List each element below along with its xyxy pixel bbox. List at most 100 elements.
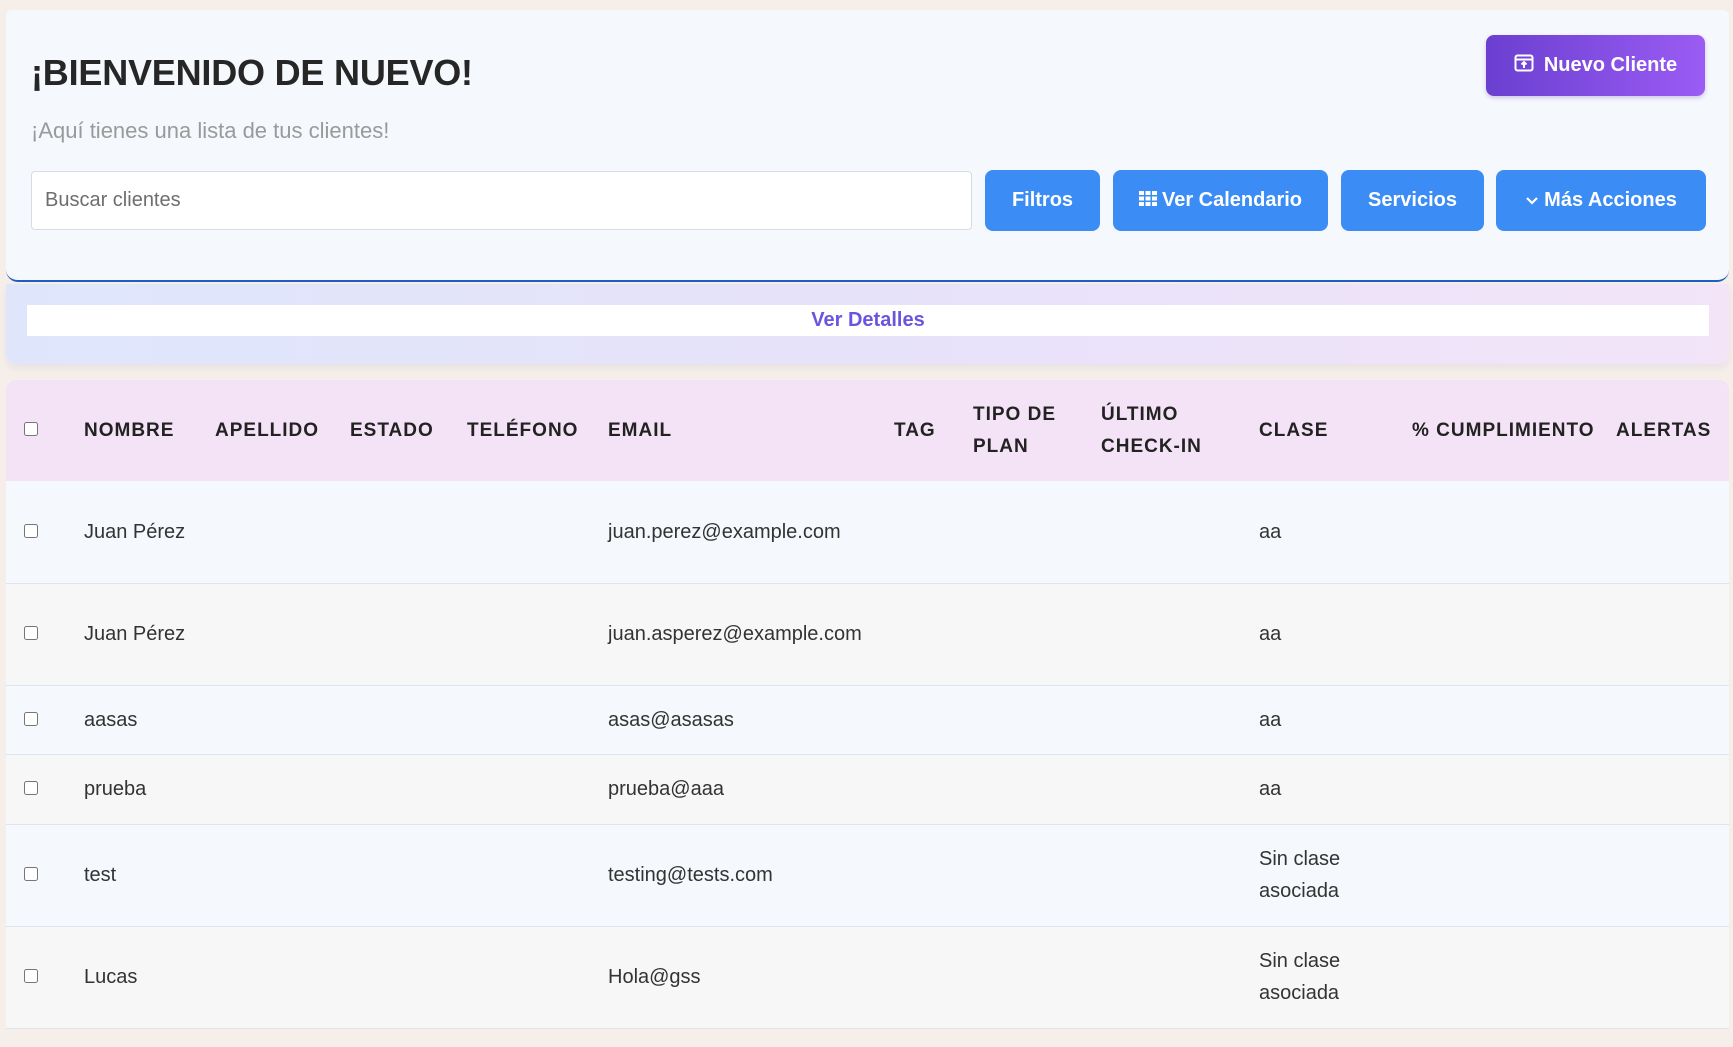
cell-cumplimiento — [1408, 685, 1612, 754]
row-checkbox[interactable] — [24, 867, 38, 881]
table-row[interactable]: Juan Pérez juan.asperez@example.com aa — [6, 583, 1729, 685]
cell-tag — [890, 685, 969, 754]
details-band: Ver Detalles — [6, 284, 1729, 364]
cell-clase: Sin clase asociada — [1259, 848, 1341, 902]
column-header[interactable]: EMAIL — [604, 380, 890, 481]
row-checkbox[interactable] — [24, 711, 38, 726]
cell-plan — [969, 685, 1097, 754]
column-header[interactable]: ÚLTIMO CHECK-IN — [1097, 380, 1255, 481]
cell-plan — [969, 754, 1097, 824]
grid-icon — [1138, 189, 1157, 212]
cell-clase: aa — [1259, 708, 1282, 731]
cell-checkin — [1097, 583, 1255, 685]
column-header[interactable]: NOMBRE — [80, 380, 211, 481]
clients-table-container: NOMBRE APELLIDO ESTADO TELÉFONO EMAIL TA… — [6, 380, 1729, 1047]
chevron-down-icon — [1525, 189, 1539, 212]
column-header[interactable]: ALERTAS — [1612, 380, 1729, 481]
cell-tag — [890, 583, 969, 685]
cell-checkin — [1097, 481, 1255, 583]
cell-telefono — [463, 824, 604, 926]
search-input[interactable] — [31, 171, 972, 230]
window-plus-icon — [1514, 54, 1534, 78]
table-row[interactable]: aasas asas@asasas aa — [6, 685, 1729, 754]
cell-apellido — [211, 685, 346, 754]
cell-email: testing@tests.com — [608, 864, 773, 886]
cell-plan — [969, 926, 1097, 1028]
cell-tag — [890, 926, 969, 1028]
cell-checkin — [1097, 926, 1255, 1028]
table-row[interactable]: Lucas Hola@gss Sin clase asociada — [6, 926, 1729, 1028]
cell-estado — [346, 926, 463, 1028]
cell-telefono — [463, 754, 604, 824]
column-header[interactable]: TAG — [890, 380, 969, 481]
cell-clase: Sin clase asociada — [1259, 950, 1341, 1004]
cell-nombre: Juan Pérez — [84, 520, 186, 543]
more-actions-label: Más Acciones — [1544, 189, 1677, 211]
cell-cumplimiento — [1408, 926, 1612, 1028]
cell-telefono — [463, 583, 604, 685]
row-checkbox[interactable] — [24, 626, 38, 640]
page-title: ¡BIENVENIDO DE NUEVO! — [31, 52, 473, 93]
filters-button[interactable]: Filtros — [985, 170, 1100, 231]
column-header[interactable]: TELÉFONO — [463, 380, 604, 481]
view-calendar-button[interactable]: Ver Calendario — [1113, 170, 1328, 231]
cell-tag — [890, 824, 969, 926]
cell-apellido — [211, 926, 346, 1028]
column-header[interactable]: ESTADO — [346, 380, 463, 481]
cell-alertas — [1612, 824, 1729, 926]
cell-telefono — [463, 685, 604, 754]
cell-nombre: aasas — [84, 708, 138, 731]
row-checkbox[interactable] — [24, 781, 38, 795]
row-checkbox[interactable] — [24, 523, 38, 538]
cell-nombre: Juan Pérez — [84, 623, 186, 645]
row-select-cell — [6, 926, 80, 1028]
cell-estado — [346, 685, 463, 754]
cell-plan — [969, 583, 1097, 685]
table-row[interactable]: Juan Pérez juan.perez@example.com aa — [6, 481, 1729, 583]
cell-cumplimiento — [1408, 824, 1612, 926]
row-select-cell — [6, 824, 80, 926]
column-header[interactable]: % CUMPLIMIENTO — [1408, 380, 1612, 481]
new-client-button[interactable]: Nuevo Cliente — [1486, 35, 1705, 96]
cell-checkin — [1097, 754, 1255, 824]
cell-plan — [969, 824, 1097, 926]
cell-alertas — [1612, 926, 1729, 1028]
cell-telefono — [463, 481, 604, 583]
view-details-button[interactable]: Ver Detalles — [27, 305, 1709, 336]
cell-cumplimiento — [1408, 583, 1612, 685]
column-header[interactable]: TIPO DE PLAN — [969, 380, 1097, 481]
cell-nombre: prueba — [84, 778, 147, 800]
cell-email: juan.asperez@example.com — [608, 623, 862, 645]
select-all-checkbox[interactable] — [24, 421, 38, 436]
row-select-cell — [6, 754, 80, 824]
cell-alertas — [1612, 481, 1729, 583]
cell-checkin — [1097, 824, 1255, 926]
column-header[interactable]: CLASE — [1255, 380, 1408, 481]
more-actions-button[interactable]: Más Acciones — [1496, 170, 1706, 231]
cell-tag — [890, 481, 969, 583]
cell-email: juan.perez@example.com — [608, 520, 841, 543]
cell-plan — [969, 481, 1097, 583]
cell-estado — [346, 824, 463, 926]
table-row[interactable]: test testing@tests.com Sin clase asociad… — [6, 824, 1729, 926]
cell-cumplimiento — [1408, 481, 1612, 583]
row-checkbox[interactable] — [24, 969, 38, 983]
cell-alertas — [1612, 685, 1729, 754]
cell-apellido — [211, 754, 346, 824]
cell-alertas — [1612, 583, 1729, 685]
client-list-page: ¡BIENVENIDO DE NUEVO! ¡Aquí tienes una l… — [6, 10, 1729, 1047]
cell-estado — [346, 583, 463, 685]
row-select-cell — [6, 583, 80, 685]
column-header[interactable]: APELLIDO — [211, 380, 346, 481]
new-client-label: Nuevo Cliente — [1543, 54, 1678, 76]
row-select-cell — [6, 481, 80, 583]
cell-clase: aa — [1259, 520, 1282, 543]
cell-apellido — [211, 583, 346, 685]
services-button[interactable]: Servicios — [1341, 170, 1484, 231]
cell-tag — [890, 754, 969, 824]
table-row[interactable]: prueba prueba@aaa aa — [6, 754, 1729, 824]
cell-clase: aa — [1259, 623, 1282, 645]
cell-cumplimiento — [1408, 754, 1612, 824]
table-header-row: NOMBRE APELLIDO ESTADO TELÉFONO EMAIL TA… — [6, 380, 1729, 481]
cell-alertas — [1612, 754, 1729, 824]
